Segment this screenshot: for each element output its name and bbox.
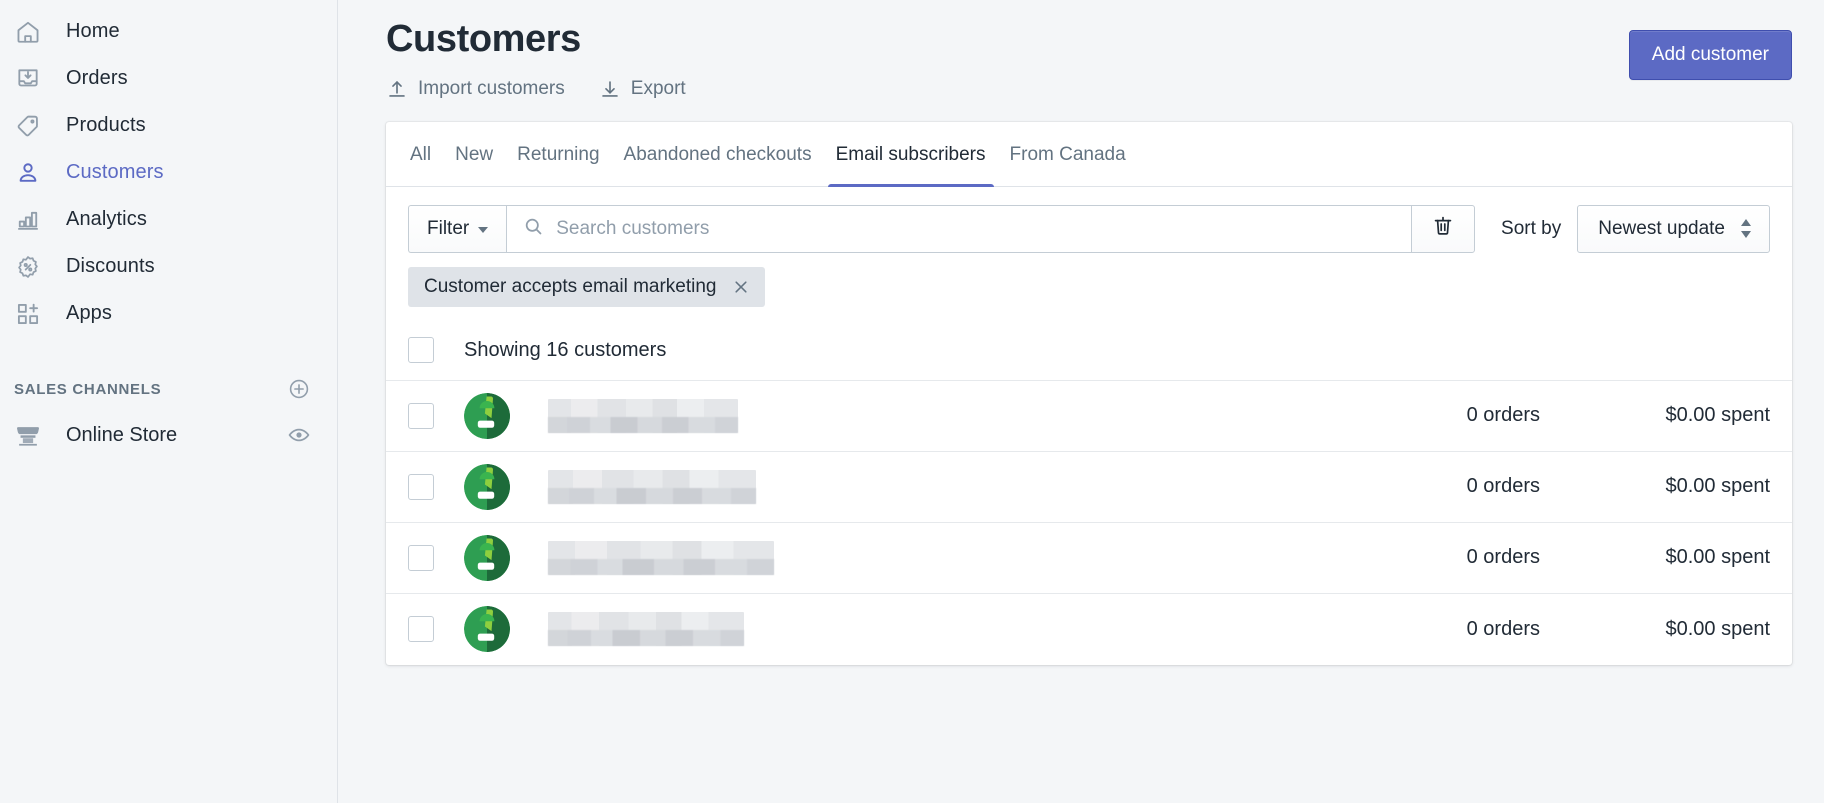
orders-count: 0 orders: [1350, 546, 1540, 569]
sidebar-item-discounts[interactable]: Discounts: [0, 243, 337, 290]
row-checkbox[interactable]: [408, 403, 434, 429]
sidebar-item-label: Analytics: [66, 208, 147, 231]
row-checkbox[interactable]: [408, 545, 434, 571]
search-group: Filter: [408, 205, 1475, 253]
chevron-down-icon: [478, 227, 488, 233]
shopify-admin: Home Orders Products: [0, 0, 1824, 803]
row-checkbox[interactable]: [408, 616, 434, 642]
close-icon[interactable]: [731, 277, 751, 297]
apps-icon: [10, 296, 46, 332]
sidebar-item-label: Products: [66, 114, 146, 137]
chevron-updown-icon: [1739, 219, 1753, 238]
select-all-row: Showing 16 customers: [386, 321, 1792, 381]
sidebar-item-analytics[interactable]: Analytics: [0, 196, 337, 243]
sort-select[interactable]: Newest update: [1577, 205, 1770, 253]
page-title: Customers: [386, 18, 1629, 62]
customers-card: All New Returning Abandoned checkouts Em…: [386, 122, 1792, 665]
sidebar-item-label: Orders: [66, 67, 128, 90]
trash-icon: [1431, 214, 1455, 243]
products-icon: [10, 108, 46, 144]
sort-select-value: Newest update: [1598, 218, 1725, 240]
avatar: [464, 535, 510, 581]
sidebar-item-label: Apps: [66, 302, 112, 325]
filter-tag-label: Customer accepts email marketing: [424, 276, 717, 298]
customer-name-redacted: [548, 399, 738, 433]
filter-button[interactable]: Filter: [408, 205, 506, 253]
orders-icon: [10, 61, 46, 97]
download-icon: [599, 78, 621, 100]
amount-spent: $0.00 spent: [1540, 546, 1770, 569]
sidebar: Home Orders Products: [0, 0, 338, 803]
upload-icon: [386, 78, 408, 100]
orders-count: 0 orders: [1350, 404, 1540, 427]
tab-all[interactable]: All: [398, 122, 443, 186]
sales-channels-title: SALES CHANNELS: [14, 381, 287, 398]
avatar: [464, 393, 510, 439]
amount-spent: $0.00 spent: [1540, 404, 1770, 427]
filter-button-label: Filter: [427, 218, 469, 240]
store-icon: [10, 417, 46, 453]
delete-view-button[interactable]: [1411, 205, 1475, 253]
tab-returning[interactable]: Returning: [505, 122, 611, 186]
customers-icon: [10, 155, 46, 191]
page-header-actions: Import customers Export: [386, 78, 1629, 100]
sidebar-item-customers[interactable]: Customers: [0, 149, 337, 196]
customer-name-redacted: [548, 541, 774, 575]
amount-spent: $0.00 spent: [1540, 475, 1770, 498]
sales-channels-section-header: SALES CHANNELS: [0, 367, 337, 411]
export-button[interactable]: Export: [599, 78, 686, 100]
showing-count-label: Showing 16 customers: [464, 339, 666, 362]
tab-from-canada[interactable]: From Canada: [998, 122, 1138, 186]
search-icon: [523, 216, 544, 242]
analytics-icon: [10, 202, 46, 238]
table-row[interactable]: 0 orders $0.00 spent: [386, 523, 1792, 594]
tab-email-subscribers[interactable]: Email subscribers: [824, 122, 998, 186]
page-header: Customers Import customers: [366, 0, 1792, 100]
filter-tag[interactable]: Customer accepts email marketing: [408, 267, 765, 307]
sort-by-label: Sort by: [1501, 218, 1561, 240]
sidebar-item-label: Home: [66, 20, 120, 43]
sidebar-item-products[interactable]: Products: [0, 102, 337, 149]
import-customers-button[interactable]: Import customers: [386, 78, 565, 100]
orders-count: 0 orders: [1350, 475, 1540, 498]
avatar: [464, 464, 510, 510]
sidebar-item-apps[interactable]: Apps: [0, 290, 337, 337]
home-icon: [10, 14, 46, 50]
eye-icon[interactable]: [287, 423, 311, 447]
sidebar-item-home[interactable]: Home: [0, 8, 337, 55]
import-customers-label: Import customers: [418, 78, 565, 100]
plus-circle-icon[interactable]: [287, 377, 311, 401]
applied-filters: Customer accepts email marketing: [386, 267, 1792, 321]
sidebar-item-label: Discounts: [66, 255, 155, 278]
avatar: [464, 606, 510, 652]
orders-count: 0 orders: [1350, 618, 1540, 641]
customer-segment-tabs: All New Returning Abandoned checkouts Em…: [386, 122, 1792, 187]
tab-abandoned-checkouts[interactable]: Abandoned checkouts: [612, 122, 824, 186]
sidebar-item-label: Customers: [66, 161, 164, 184]
sidebar-item-online-store[interactable]: Online Store: [0, 411, 337, 459]
sidebar-item-orders[interactable]: Orders: [0, 55, 337, 102]
tab-new[interactable]: New: [443, 122, 505, 186]
table-row[interactable]: 0 orders $0.00 spent: [386, 452, 1792, 523]
filter-toolbar: Filter: [386, 187, 1792, 267]
search-input[interactable]: [556, 218, 1395, 240]
discounts-icon: [10, 249, 46, 285]
customer-name-redacted: [548, 612, 744, 646]
export-label: Export: [631, 78, 686, 100]
row-checkbox[interactable]: [408, 474, 434, 500]
add-customer-button[interactable]: Add customer: [1629, 30, 1792, 80]
sidebar-item-label: Online Store: [66, 424, 267, 447]
amount-spent: $0.00 spent: [1540, 618, 1770, 641]
main-content: Customers Import customers: [338, 0, 1824, 803]
customer-name-redacted: [548, 470, 756, 504]
table-row[interactable]: 0 orders $0.00 spent: [386, 381, 1792, 452]
search-box[interactable]: [506, 205, 1411, 253]
table-row[interactable]: 0 orders $0.00 spent: [386, 594, 1792, 665]
page-header-left: Customers Import customers: [366, 18, 1629, 100]
select-all-checkbox[interactable]: [408, 337, 434, 363]
